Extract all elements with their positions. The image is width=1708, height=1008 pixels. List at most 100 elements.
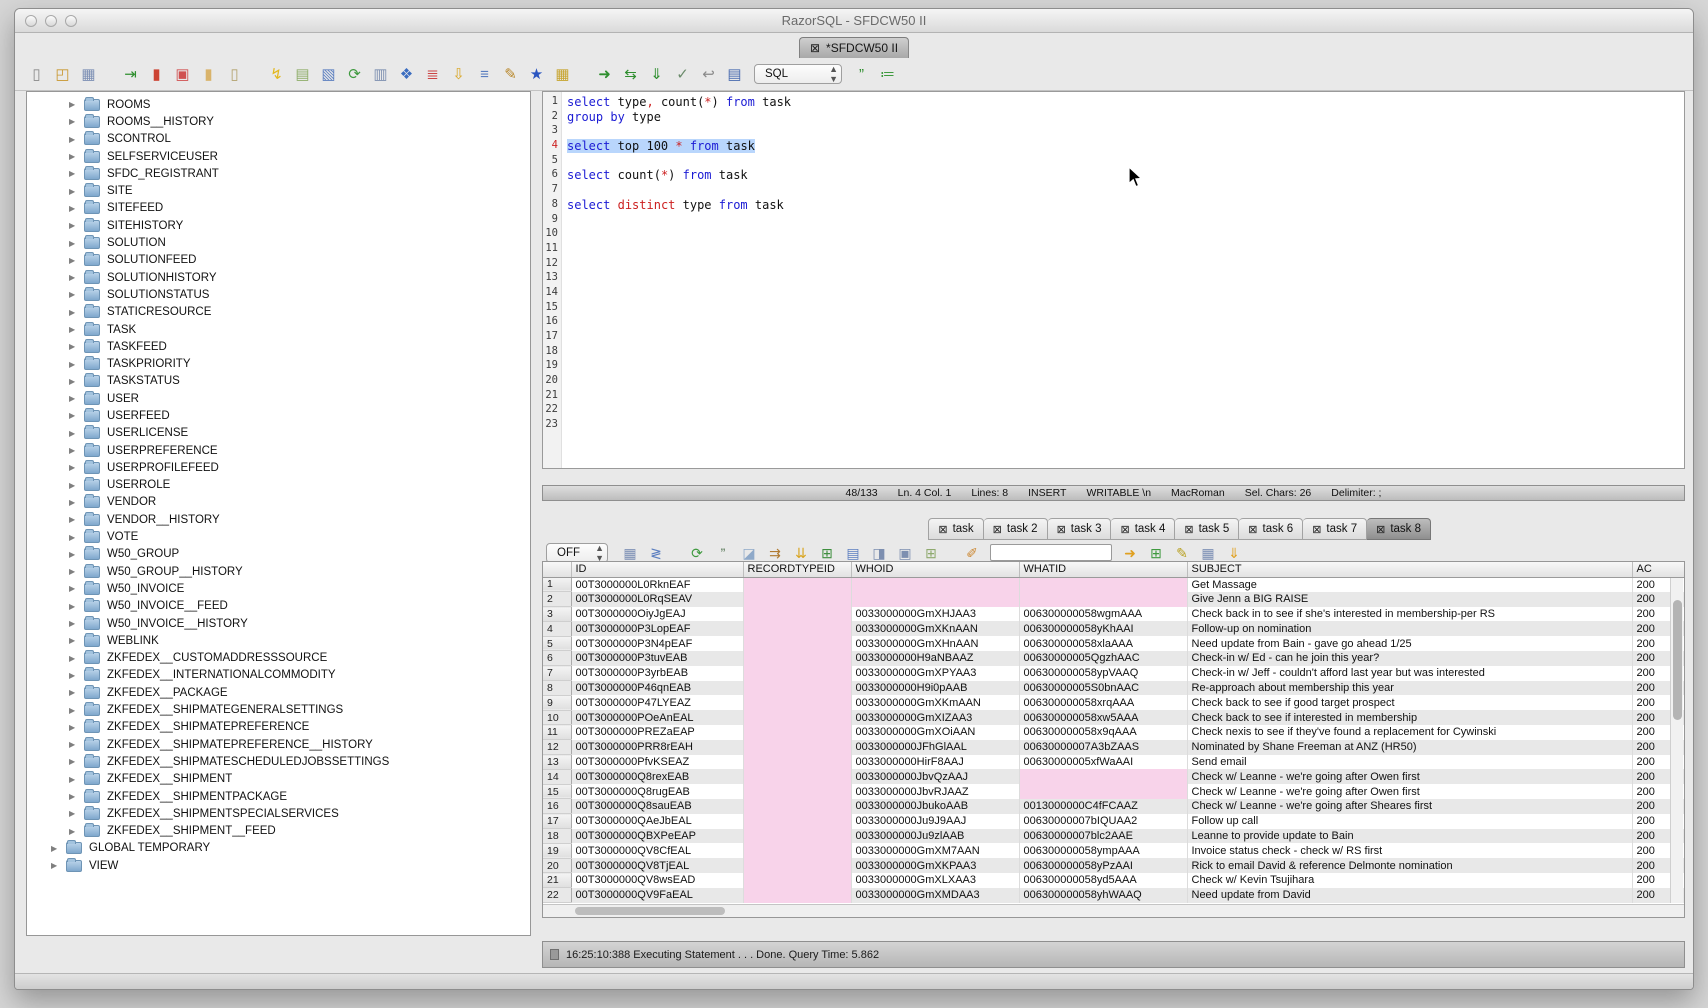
row-number-cell[interactable]: 21 [543,873,571,888]
tree-item[interactable]: ▶SCONTROL [27,131,530,148]
column-split-icon[interactable]: ⇊ [789,542,813,563]
table-cell[interactable] [743,873,851,888]
table-cell[interactable]: 006300000058yPzAAI [1019,858,1187,873]
tab-close-icon[interactable]: ⊠ [1312,523,1321,536]
table-cell[interactable]: 00T3000000PRR8rEAH [571,740,743,755]
sql-code-area[interactable]: select type, count(*) from taskgroup by … [562,92,1684,468]
format-sql-icon[interactable]: ✎ [499,64,522,85]
result-tab[interactable]: ⊠task 7 [1303,518,1367,540]
disclosure-triangle-icon[interactable]: ▶ [69,636,84,645]
table-cell[interactable] [743,636,851,651]
table-cell[interactable]: Check back to see if interested in membe… [1187,710,1632,725]
table-cell[interactable]: 0013000000C4fFCAAZ [1019,799,1187,814]
column-header[interactable]: WHOID [851,562,1019,577]
tree-item[interactable]: ▶SELFSERVICEUSER [27,148,530,165]
copy-table-icon[interactable]: ▣ [171,64,194,85]
go-forward-icon[interactable]: ➜ [593,64,616,85]
table-cell[interactable] [743,799,851,814]
row-number-cell[interactable]: 5 [543,636,571,651]
column-header[interactable]: WHATID [1019,562,1187,577]
tab-close-icon[interactable]: ⊠ [1184,523,1193,536]
tab-close-icon[interactable]: ⊠ [1120,523,1129,536]
table-cell[interactable]: Check w/ Leanne - we're going after Shea… [1187,799,1632,814]
table-cell[interactable]: Rick to email David & reference Delmonte… [1187,858,1632,873]
table-cell[interactable]: 0033000000GmXKPAA3 [851,858,1019,873]
table-cell[interactable]: 0033000000GmXHnAAN [851,636,1019,651]
table-cell[interactable]: 0033000000GmXKmAAN [851,695,1019,710]
results-horizontal-scrollbar[interactable] [543,904,1684,917]
sort-filter-icon[interactable]: ≷ [644,542,668,563]
export-results-icon[interactable]: ⊞ [1144,542,1168,563]
new-file-icon[interactable]: ▯ [25,64,48,85]
table-cell[interactable] [743,755,851,770]
commit-check-icon[interactable]: ✓ [671,64,694,85]
disclosure-triangle-icon[interactable]: ▶ [69,619,84,628]
tree-item[interactable]: ▶ZKFEDEX__SHIPMENT [27,771,530,788]
table-cell[interactable]: 006300000058yhWAAQ [1019,888,1187,903]
describe-table-icon[interactable]: ▤ [291,64,314,85]
table-cell[interactable] [1019,577,1187,592]
table-cell[interactable]: 00T3000000Q8sauEAB [571,799,743,814]
limit-select[interactable]: OFF ▲▼ [546,543,608,563]
tree-item[interactable]: ▶SITEHISTORY [27,217,530,234]
reference-book-icon[interactable]: ❖ [395,64,418,85]
tree-item[interactable]: ▶W50_INVOICE [27,580,530,597]
row-number-cell[interactable]: 12 [543,740,571,755]
disclosure-triangle-icon[interactable]: ▶ [69,152,84,161]
tree-item[interactable]: ▶SOLUTIONSTATUS [27,286,530,303]
table-cell[interactable]: Need update from Bain - gave go ahead 1/… [1187,636,1632,651]
table-cell[interactable]: 00630000007bIQUAA2 [1019,814,1187,829]
tree-item[interactable]: ▶STATICRESOURCE [27,304,530,321]
table-cell[interactable]: Check nexis to see if they've found a re… [1187,725,1632,740]
table-cell[interactable]: 006300000058xrqAAA [1019,695,1187,710]
table-cell[interactable]: 00T3000000L0RqSEAV [571,592,743,607]
table-cell[interactable]: 00T3000000P3tuvEAB [571,651,743,666]
disclosure-triangle-icon[interactable]: ▶ [69,256,84,265]
rollback-icon[interactable]: ↩ [697,64,720,85]
table-cell[interactable]: 00T3000000L0RknEAF [571,577,743,592]
disclosure-triangle-icon[interactable]: ▶ [69,775,84,784]
table-cell[interactable]: 00T3000000QBXPeEAP [571,829,743,844]
disclosure-triangle-icon[interactable]: ▶ [69,706,84,715]
row-number-cell[interactable]: 8 [543,681,571,696]
table-refresh-icon[interactable]: ⊞ [815,542,839,563]
table-cell[interactable]: 0033000000GmXMDAA3 [851,888,1019,903]
tree-item[interactable]: ▶VOTE [27,528,530,545]
table-cell[interactable] [743,769,851,784]
table-cell[interactable]: 00T3000000P46qnEAB [571,681,743,696]
tab-close-icon[interactable]: ⊠ [1248,523,1257,536]
table-cell[interactable]: 0033000000JbvRJAAZ [851,784,1019,799]
disclosure-triangle-icon[interactable]: ▶ [69,411,84,420]
disclosure-triangle-icon[interactable]: ▶ [69,550,84,559]
result-tab[interactable]: ⊠task 6 [1239,518,1303,540]
open-file-icon[interactable]: ◰ [51,64,74,85]
disclosure-triangle-icon[interactable]: ▶ [51,844,66,853]
table-cell[interactable]: Follow-up on nomination [1187,621,1632,636]
table-cell[interactable]: 00T3000000PREZaEAP [571,725,743,740]
row-number-cell[interactable]: 22 [543,888,571,903]
disclosure-triangle-icon[interactable]: ▶ [69,187,84,196]
result-tab[interactable]: ⊠task 2 [984,518,1048,540]
result-tab[interactable]: ⊠task [928,518,983,540]
column-header[interactable] [543,562,571,577]
disclosure-triangle-icon[interactable]: ▶ [69,533,84,542]
row-number-cell[interactable]: 6 [543,651,571,666]
disclosure-triangle-icon[interactable]: ▶ [69,342,84,351]
result-tab[interactable]: ⊠task 5 [1175,518,1239,540]
disclosure-triangle-icon[interactable]: ▶ [69,429,84,438]
tree-item[interactable]: ▶ZKFEDEX__SHIPMATEPREFERENCE__HISTORY [27,736,530,753]
table-cell[interactable]: Check-in w/ Ed - can he join this year? [1187,651,1632,666]
disclosure-triangle-icon[interactable]: ▶ [69,567,84,576]
table-cell[interactable]: Follow up call [1187,814,1632,829]
disclosure-triangle-icon[interactable]: ▶ [69,221,84,230]
tree-item[interactable]: ▶W50_GROUP [27,546,530,563]
table-cell[interactable]: 0033000000JbvQzAAJ [851,769,1019,784]
view-log-icon[interactable]: ▤ [723,64,746,85]
row-number-cell[interactable]: 3 [543,607,571,622]
row-number-cell[interactable]: 16 [543,799,571,814]
row-number-cell[interactable]: 7 [543,666,571,681]
tab-close-icon[interactable]: ⊠ [1376,523,1385,536]
table-cell[interactable]: Check-in w/ Jeff - couldn't afford last … [1187,666,1632,681]
disclosure-triangle-icon[interactable]: ▶ [69,204,84,213]
tree-item[interactable]: ▶ROOMS [27,96,530,113]
